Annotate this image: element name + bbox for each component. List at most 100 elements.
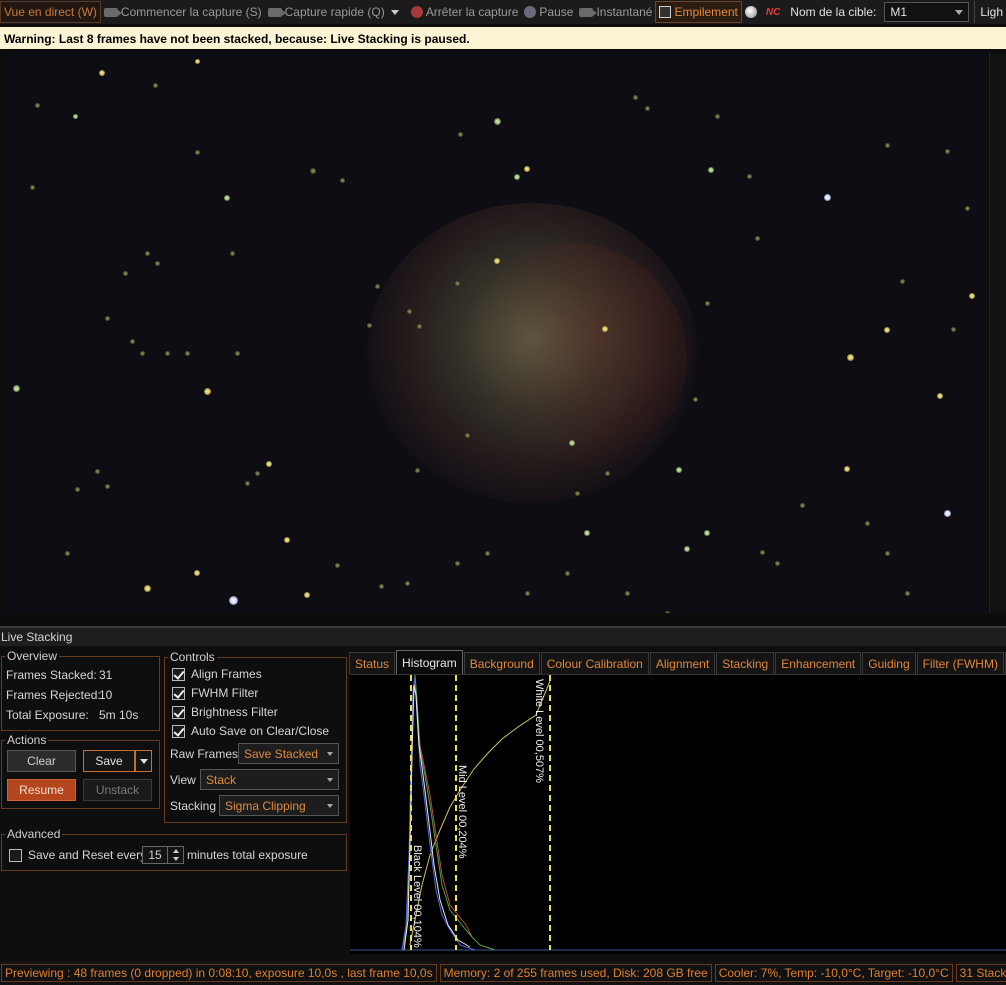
- cooler-status: Cooler: 7%, Temp: -10,0°C, Target: -10,0…: [714, 964, 953, 982]
- star: [759, 549, 765, 555]
- stacking-button[interactable]: Empilement: [655, 1, 742, 23]
- star: [374, 283, 380, 289]
- checkbox-box[interactable]: [9, 848, 22, 862]
- star: [564, 570, 570, 576]
- save-reset-checkbox[interactable]: Save and Reset every: [9, 848, 146, 862]
- star: [664, 610, 670, 613]
- minutes-value[interactable]: 15: [143, 848, 167, 862]
- chevron-up-icon[interactable]: [172, 849, 179, 853]
- align-frames-label: Align Frames: [191, 667, 262, 681]
- star: [676, 467, 682, 473]
- align-frames-checkbox[interactable]: Align Frames: [172, 667, 262, 681]
- stepper-buttons[interactable]: [167, 847, 183, 863]
- save-reset-label: Save and Reset every: [28, 848, 147, 862]
- star: [944, 148, 950, 154]
- star: [494, 258, 500, 264]
- target-name-select[interactable]: M1: [884, 2, 970, 22]
- star: [122, 270, 128, 276]
- star: [64, 550, 70, 556]
- nc-button[interactable]: NC: [763, 1, 787, 23]
- stacking-value: Sigma Clipping: [225, 798, 306, 813]
- mid-level-label: Mid Level 00,204%: [456, 765, 468, 859]
- star: [152, 82, 158, 88]
- chevron-down-icon: [327, 751, 333, 756]
- nc-badge: NC: [765, 6, 781, 18]
- star: [774, 560, 780, 566]
- camera-icon: [579, 7, 598, 17]
- start-capture-button[interactable]: Commencer la capture (S): [101, 1, 265, 23]
- controls-legend: Controls: [170, 650, 215, 664]
- star: [864, 520, 870, 526]
- star: [310, 168, 316, 174]
- tab-guiding[interactable]: Guiding: [862, 652, 916, 674]
- view-select[interactable]: Stack: [200, 769, 339, 790]
- stacking-label: Stacking: [170, 799, 217, 813]
- star: [284, 537, 290, 543]
- tab-stacking[interactable]: Stacking: [716, 652, 775, 674]
- minutes-stepper[interactable]: 15: [142, 846, 184, 864]
- live-stacking-tabs: Status Histogram Background Colour Calibrat…: [349, 650, 1006, 674]
- histogram-panel[interactable]: Black Level 00,104% Mid Level 00,204% Wh…: [350, 674, 1006, 954]
- checkbox-box[interactable]: [172, 667, 185, 681]
- fwhm-filter-checkbox[interactable]: FWHM Filter: [172, 686, 258, 700]
- stop-capture-button[interactable]: Arrêter la capture: [408, 1, 522, 23]
- star: [304, 592, 310, 598]
- checkbox-box[interactable]: [172, 686, 185, 700]
- star: [574, 490, 580, 496]
- snapshot-button[interactable]: Instantané: [576, 1, 655, 23]
- checkbox-box[interactable]: [172, 705, 185, 719]
- tab-enhancement[interactable]: Enhancement: [775, 652, 862, 674]
- save-button[interactable]: Save: [83, 750, 135, 772]
- view-value: Stack: [206, 772, 237, 787]
- tab-background[interactable]: Background: [463, 652, 540, 674]
- live-view-label: Vue en direct (W): [4, 5, 97, 19]
- stacking-label: Empilement: [674, 5, 738, 19]
- auto-save-label: Auto Save on Clear/Close: [191, 724, 330, 738]
- star: [584, 530, 590, 536]
- tab-colour-calibration[interactable]: Colour Calibration: [540, 652, 649, 674]
- stacked-image-view[interactable]: [7, 53, 987, 613]
- memory-status: Memory: 2 of 255 frames used, Disk: 208 …: [439, 964, 712, 982]
- star: [904, 590, 910, 596]
- tab-alignment[interactable]: Alignment: [649, 652, 716, 674]
- checkbox-box[interactable]: [172, 724, 185, 738]
- star: [203, 387, 211, 395]
- actions-legend: Actions: [7, 733, 47, 747]
- tab-status[interactable]: Status: [349, 652, 396, 674]
- auto-save-checkbox[interactable]: Auto Save on Clear/Close: [172, 724, 329, 738]
- quick-capture-button[interactable]: Capture rapide (Q): [265, 1, 408, 23]
- star: [884, 550, 890, 556]
- tab-histogram[interactable]: Histogram: [396, 650, 463, 674]
- clear-button[interactable]: Clear: [7, 750, 76, 772]
- lights-tab[interactable]: Ligh: [974, 1, 1006, 23]
- star: [194, 58, 200, 64]
- live-view-button[interactable]: Vue en direct (W): [0, 1, 101, 23]
- sphere-button[interactable]: [742, 1, 763, 23]
- star: [844, 466, 850, 472]
- star: [454, 280, 460, 286]
- pause-button[interactable]: Pause: [521, 1, 576, 23]
- raw-frames-select[interactable]: Save Stacked: [238, 743, 339, 764]
- chevron-down-icon[interactable]: [390, 9, 399, 15]
- save-options-button[interactable]: [135, 750, 152, 772]
- advanced-legend: Advanced: [7, 827, 61, 841]
- stacking-select[interactable]: Sigma Clipping: [219, 795, 339, 816]
- star: [454, 560, 460, 566]
- star: [692, 396, 698, 402]
- unstack-button[interactable]: Unstack: [83, 779, 152, 801]
- histogram-chart[interactable]: Black Level 00,104% Mid Level 00,204% Wh…: [350, 674, 1006, 955]
- star: [632, 94, 638, 100]
- chevron-down-icon: [139, 758, 148, 764]
- start-capture-label: Commencer la capture (S): [120, 5, 262, 19]
- quick-capture-label: Capture rapide (Q): [284, 5, 385, 19]
- target-value: M1: [890, 5, 908, 19]
- fwhm-filter-label: FWHM Filter: [191, 686, 259, 700]
- camera-icon: [103, 7, 122, 17]
- star: [464, 432, 470, 438]
- tab-filter-fwhm[interactable]: Filter (FWHM): [916, 652, 1004, 674]
- chevron-down-icon[interactable]: [172, 857, 179, 861]
- resume-button[interactable]: Resume: [7, 779, 76, 801]
- brightness-filter-checkbox[interactable]: Brightness Filter: [172, 705, 278, 719]
- star: [943, 509, 951, 517]
- vertical-scrollbar[interactable]: [989, 53, 1006, 613]
